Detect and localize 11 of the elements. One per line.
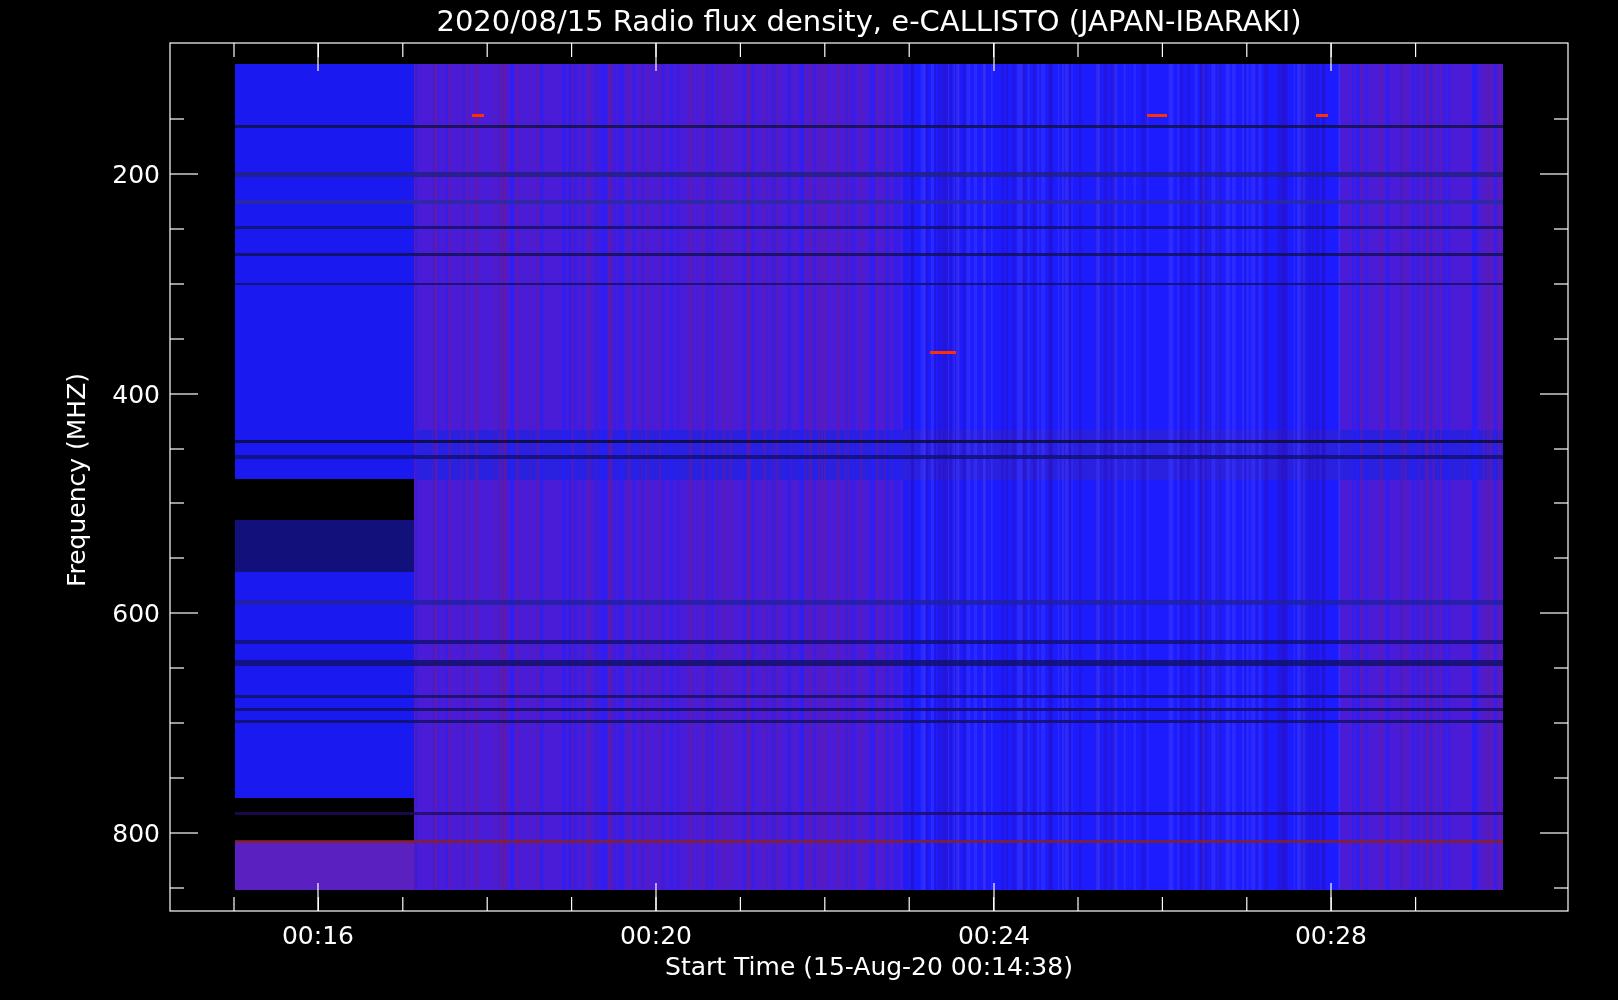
chart-title: 2020/08/15 Radio flux density, e-CALLISTO (JAPAN-IBARAKI): [436, 4, 1302, 38]
x-tick-label: 00:16: [282, 921, 354, 950]
y-tick-label: 400: [112, 380, 160, 409]
y-tick-label: 800: [112, 819, 160, 848]
x-tick-label: 00:28: [1295, 921, 1367, 950]
x-tick-label: 00:20: [620, 921, 692, 950]
y-tick-label: 200: [112, 160, 160, 189]
x-tick-label: 00:24: [958, 921, 1030, 950]
y-axis-label: Frequency (MHZ): [62, 372, 91, 588]
x-axis-label: Start Time (15-Aug-20 00:14:38): [665, 952, 1073, 981]
y-tick-label: 600: [112, 599, 160, 628]
